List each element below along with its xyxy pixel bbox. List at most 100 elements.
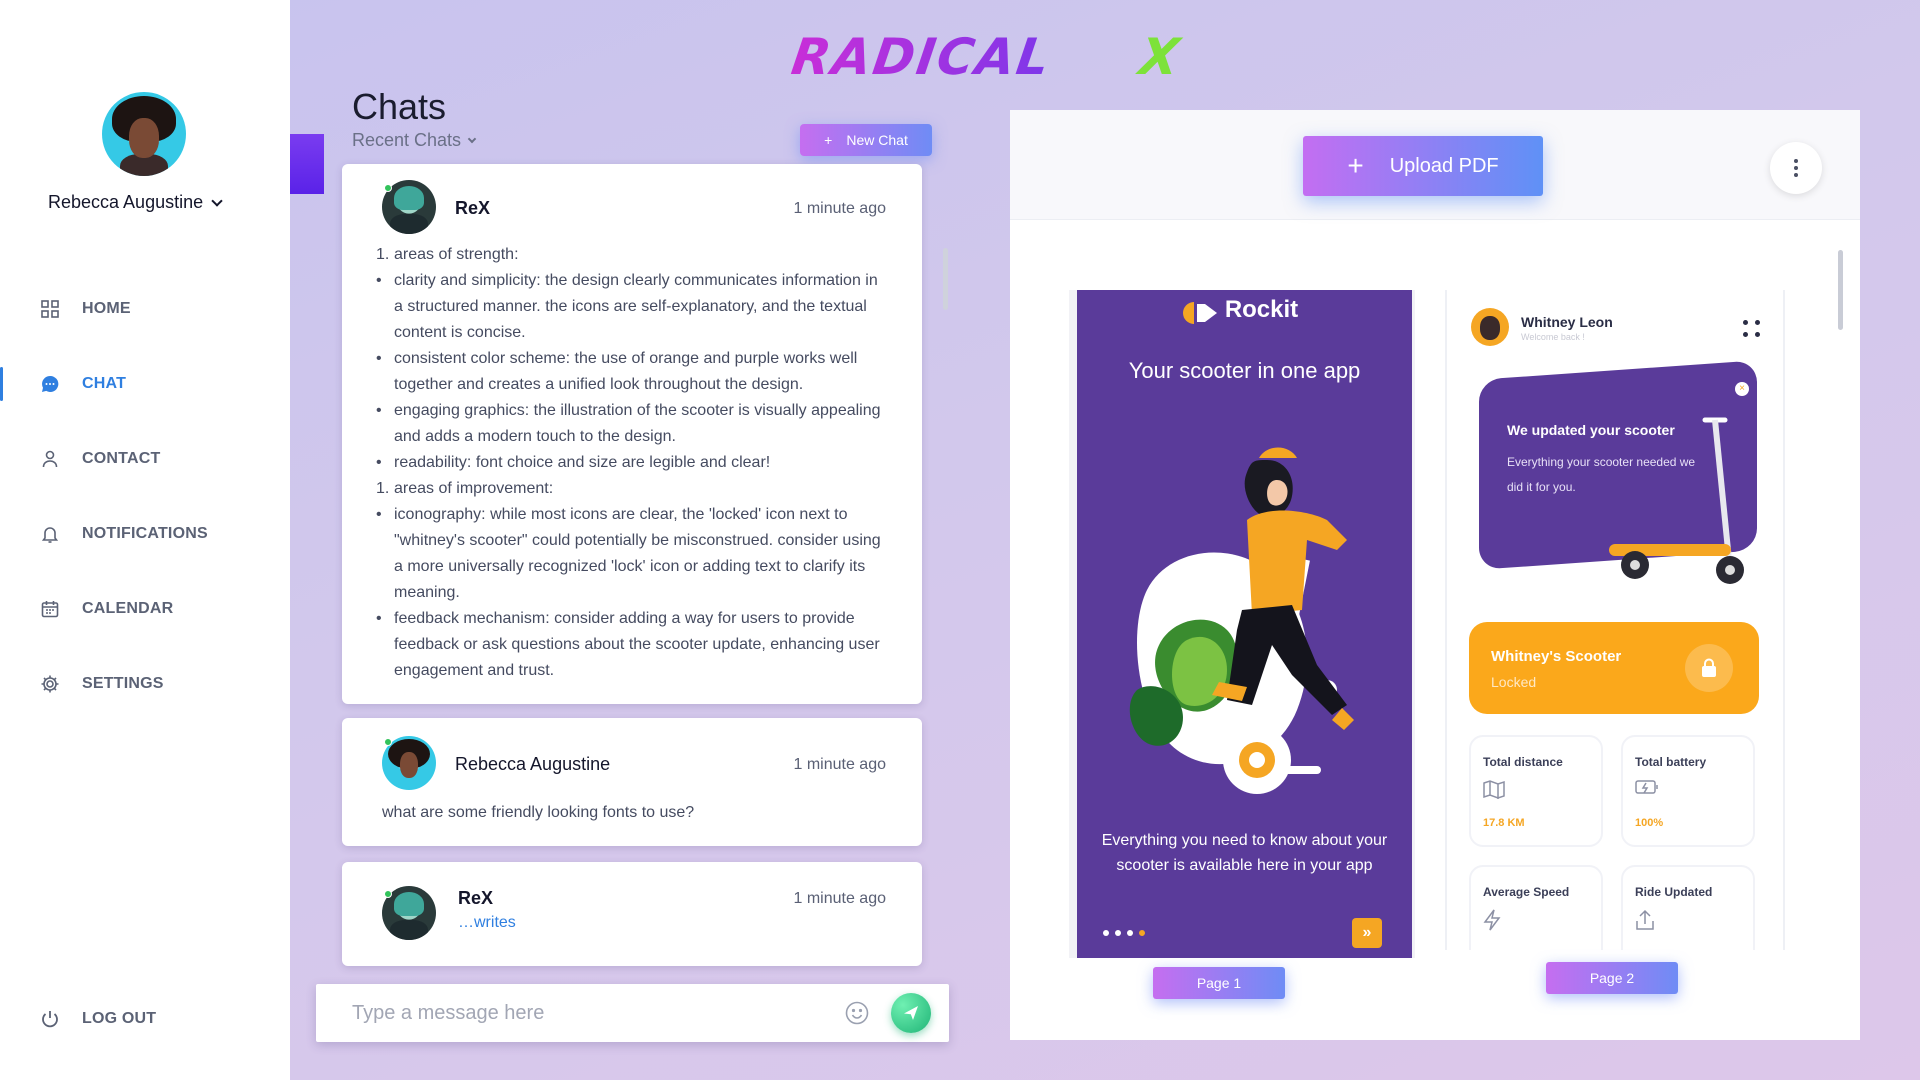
online-indicator (384, 738, 392, 746)
menu-dots-icon (1743, 320, 1761, 338)
online-indicator (384, 890, 392, 898)
message-input[interactable] (352, 998, 832, 1028)
sidebar-item-home[interactable]: HOME (0, 288, 290, 330)
pdf-viewer: + Upload PDF Rockit Your scooter in one … (1010, 110, 1860, 1040)
whitney-avatar (1471, 308, 1509, 346)
message-sender: ReX (458, 888, 494, 908)
pdf-page-2[interactable]: Whitney Leon Welcome back ! × We updated… (1445, 290, 1785, 950)
more-options-icon[interactable] (1770, 142, 1822, 194)
pdf-scrollbar[interactable] (1838, 250, 1843, 330)
list-item: • readability: font choice and size are l… (376, 454, 771, 471)
pdf-toolbar: + Upload PDF (1010, 110, 1860, 220)
list-item: 1. areas of improvement: (376, 480, 554, 497)
message-time: 1 minute ago (793, 890, 886, 907)
sidebar-item-label: CONTACT (82, 450, 161, 467)
plus-icon: + (824, 132, 833, 148)
stat-average-speed: Average Speed (1469, 865, 1603, 950)
list-item: • feedback mechanism: consider adding a w… (376, 610, 880, 679)
scooter-status-card: Whitney's Scooter Locked (1469, 622, 1759, 714)
sidebar-item-label: SETTINGS (82, 675, 164, 692)
chevron-down-icon (211, 194, 223, 207)
scooter-image (1609, 417, 1744, 584)
chat-message: ReX 1 minute ago …writes (342, 862, 922, 966)
page-2-button[interactable]: Page 2 (1546, 962, 1678, 994)
page2-user-name: Whitney Leon (1521, 314, 1613, 330)
rockit-brand: Rockit (1224, 296, 1299, 323)
emoji-icon[interactable] (844, 1000, 870, 1026)
new-chat-button[interactable]: + New Chat (800, 124, 932, 156)
pdf-page-1[interactable]: Rockit Your scooter in one app Everythin… (1069, 290, 1415, 958)
chat-scrollbar[interactable] (943, 248, 948, 310)
page1-headline: Your scooter in one app (1128, 358, 1361, 383)
list-item: 1. areas of strength: (376, 246, 519, 263)
logout-label: LOG OUT (82, 1010, 157, 1027)
person-icon (40, 449, 60, 469)
sidebar-item-label: HOME (82, 300, 131, 317)
recent-chats-dropdown[interactable]: Recent Chats (352, 130, 477, 151)
typing-dots-icon: … (458, 914, 474, 931)
list-item: • clarity and simplicity: the design clea… (376, 272, 878, 341)
stat-total-distance: Total distance 17.8 KM (1469, 735, 1603, 847)
message-body: what are some friendly looking fonts to … (382, 804, 695, 821)
sidebar-item-notifications[interactable]: NOTIFICATIONS (0, 513, 290, 555)
chat-message: Rebecca Augustine 1 minute ago what are … (342, 718, 922, 846)
sidebar-item-label: CALENDAR (82, 600, 174, 617)
close-icon: × (1735, 382, 1749, 396)
accent-tab (290, 134, 324, 194)
user-name: Rebecca Augustine (48, 192, 204, 212)
sidebar-item-settings[interactable]: SETTINGS (0, 663, 290, 705)
page2-welcome: Welcome back ! (1521, 332, 1585, 342)
logout-button[interactable]: LOG OUT (0, 998, 290, 1040)
carousel-dots (1103, 930, 1145, 936)
chevron-down-icon (467, 134, 477, 143)
battery-icon (1635, 779, 1659, 800)
upload-pdf-button[interactable]: + Upload PDF (1303, 136, 1543, 196)
typing-indicator: …writes (458, 914, 516, 931)
message-sender: Rebecca Augustine (455, 754, 611, 774)
stat-total-battery: Total battery 100% (1621, 735, 1755, 847)
share-icon (1635, 909, 1655, 936)
user-menu[interactable]: Rebecca Augustine (48, 192, 248, 213)
list-item: • engaging graphics: the illustration of … (376, 402, 881, 445)
sidebar: Rebecca Augustine HOME CHAT CONTACT NOTI… (0, 0, 290, 1080)
calendar-icon (40, 599, 60, 619)
send-button[interactable] (891, 993, 931, 1033)
gear-icon (40, 674, 60, 694)
message-time: 1 minute ago (793, 200, 886, 217)
message-time: 1 minute ago (793, 756, 886, 773)
page-title: Chats (352, 86, 447, 127)
chat-message: ReX 1 minute ago 1. areas of strength: • c… (342, 164, 922, 704)
sidebar-item-calendar[interactable]: CALENDAR (0, 588, 290, 630)
list-item: • iconography: while most icons are clear… (376, 506, 881, 601)
power-icon (40, 1009, 60, 1029)
plus-icon: + (1347, 150, 1364, 181)
sidebar-item-chat[interactable]: CHAT (0, 363, 290, 405)
user-avatar[interactable] (102, 92, 186, 176)
chat-bubble-icon (40, 374, 60, 394)
lightning-icon (1483, 909, 1501, 936)
new-chat-label: New Chat (846, 132, 908, 148)
sidebar-item-label: CHAT (82, 375, 127, 392)
page-1-button[interactable]: Page 1 (1153, 967, 1285, 999)
sidebar-item-label: NOTIFICATIONS (82, 525, 208, 542)
map-icon (1483, 779, 1505, 804)
message-body: 1. areas of strength: • clarity and simpli… (376, 242, 888, 684)
bell-icon (40, 524, 60, 544)
online-indicator (384, 184, 392, 192)
scooter-state: Locked (1491, 674, 1537, 690)
recent-chats-label: Recent Chats (352, 130, 462, 150)
list-item: • consistent color scheme: the use of ora… (376, 350, 858, 393)
message-sender: ReX (455, 198, 491, 218)
sidebar-item-contact[interactable]: CONTACT (0, 438, 290, 480)
brand-logo-x: X (1135, 28, 1183, 86)
message-composer (316, 984, 949, 1042)
brand-logo: RADICAL (788, 28, 1196, 88)
next-arrow-icon: » (1352, 918, 1382, 948)
scooter-title: Whitney's Scooter (1491, 648, 1622, 665)
grid-icon (40, 299, 60, 319)
stat-ride-updated: Ride Updated (1621, 865, 1755, 950)
page1-footer: Everything you need to know about your s… (1101, 832, 1388, 874)
upload-pdf-label: Upload PDF (1389, 154, 1499, 177)
scooter-illustration (1129, 447, 1354, 794)
lock-icon (1685, 644, 1733, 692)
